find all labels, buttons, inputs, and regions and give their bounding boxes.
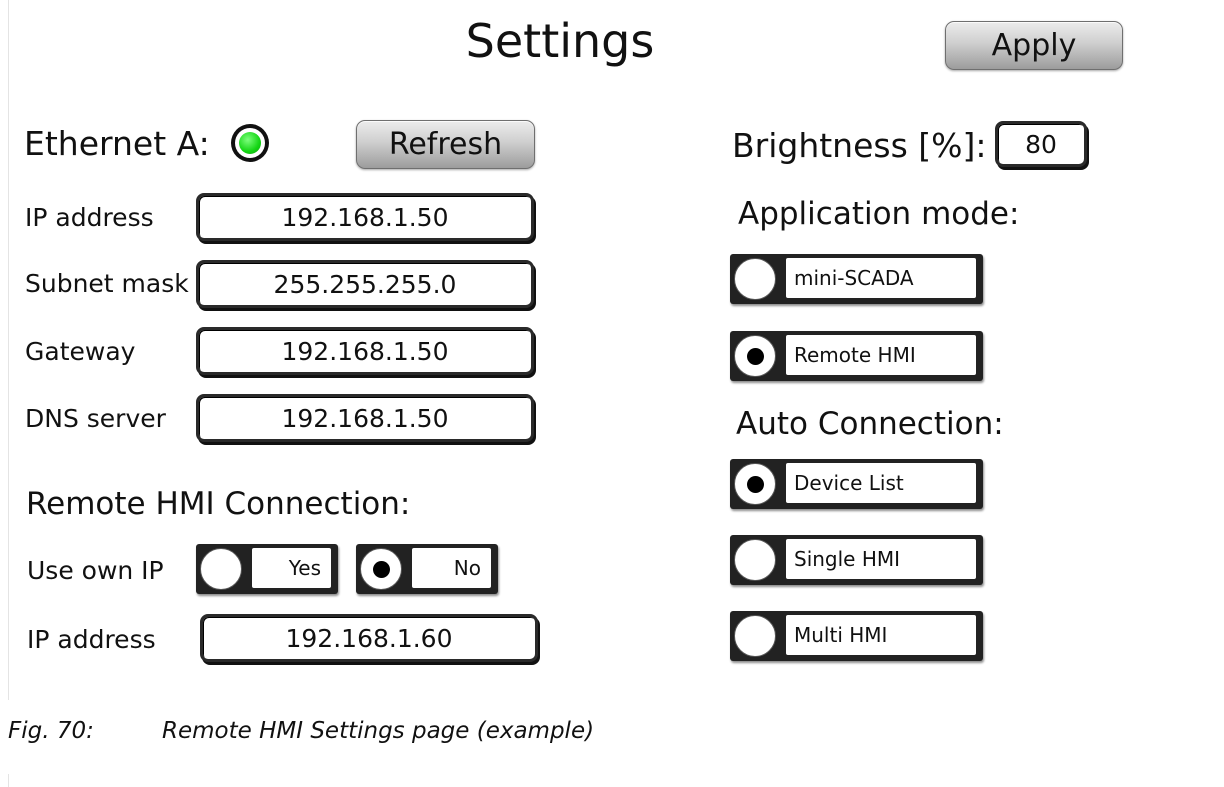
use-own-ip-yes-radio[interactable]: Yes [196, 544, 338, 594]
remote-ip-address-field[interactable]: 192.168.1.60 [200, 614, 538, 662]
remote-ip-address-label: IP address [27, 625, 156, 654]
multi-hmi-label: Multi HMI [786, 615, 976, 655]
brightness-field[interactable]: 80 [995, 121, 1087, 167]
gateway-field[interactable]: 192.168.1.50 [196, 327, 534, 375]
ethernet-status-led-icon [231, 124, 269, 162]
ethernet-a-label: Ethernet A: [24, 124, 210, 163]
application-mode-heading: Application mode: [738, 196, 1020, 232]
auto-conn-device-list-radio[interactable]: Device List [730, 459, 983, 509]
ip-address-field[interactable]: 192.168.1.50 [196, 193, 534, 241]
gateway-label: Gateway [25, 337, 136, 366]
auto-conn-multi-hmi-radio[interactable]: Multi HMI [730, 611, 983, 661]
use-own-ip-label: Use own IP [27, 556, 164, 585]
page-divider [8, 774, 9, 787]
radio-checked-icon [734, 335, 776, 377]
apply-button[interactable]: Apply [945, 21, 1123, 70]
radio-checked-icon [360, 548, 402, 590]
page-title: Settings [465, 14, 655, 68]
ip-address-label: IP address [25, 203, 154, 232]
radio-unchecked-icon [734, 539, 776, 581]
mini-scada-label: mini-SCADA [786, 258, 976, 298]
yes-label: Yes [252, 548, 331, 588]
subnet-mask-field[interactable]: 255.255.255.0 [196, 260, 534, 308]
use-own-ip-no-radio[interactable]: No [356, 544, 498, 594]
device-list-label: Device List [786, 463, 976, 503]
remote-hmi-label: Remote HMI [786, 335, 976, 375]
radio-unchecked-icon [734, 615, 776, 657]
auto-conn-single-hmi-radio[interactable]: Single HMI [730, 535, 983, 585]
settings-screen [8, 0, 1224, 700]
brightness-label: Brightness [%]: [732, 126, 987, 165]
subnet-mask-label: Subnet mask [25, 269, 189, 298]
radio-checked-icon [734, 463, 776, 505]
figure-caption: Fig. 70: Remote HMI Settings page (exampl… [8, 718, 594, 744]
refresh-button[interactable]: Refresh [356, 120, 535, 169]
dns-server-label: DNS server [25, 404, 166, 433]
app-mode-mini-scada-radio[interactable]: mini-SCADA [730, 254, 983, 304]
no-label: No [412, 548, 491, 588]
app-mode-remote-hmi-radio[interactable]: Remote HMI [730, 331, 983, 381]
single-hmi-label: Single HMI [786, 539, 976, 579]
auto-connection-heading: Auto Connection: [736, 406, 1004, 442]
remote-hmi-connection-heading: Remote HMI Connection: [26, 486, 411, 522]
figure-number: Fig. 70: [8, 718, 94, 744]
radio-unchecked-icon [200, 548, 242, 590]
dns-server-field[interactable]: 192.168.1.50 [196, 394, 534, 442]
radio-unchecked-icon [734, 258, 776, 300]
figure-caption-text: Remote HMI Settings page (example) [162, 718, 595, 744]
